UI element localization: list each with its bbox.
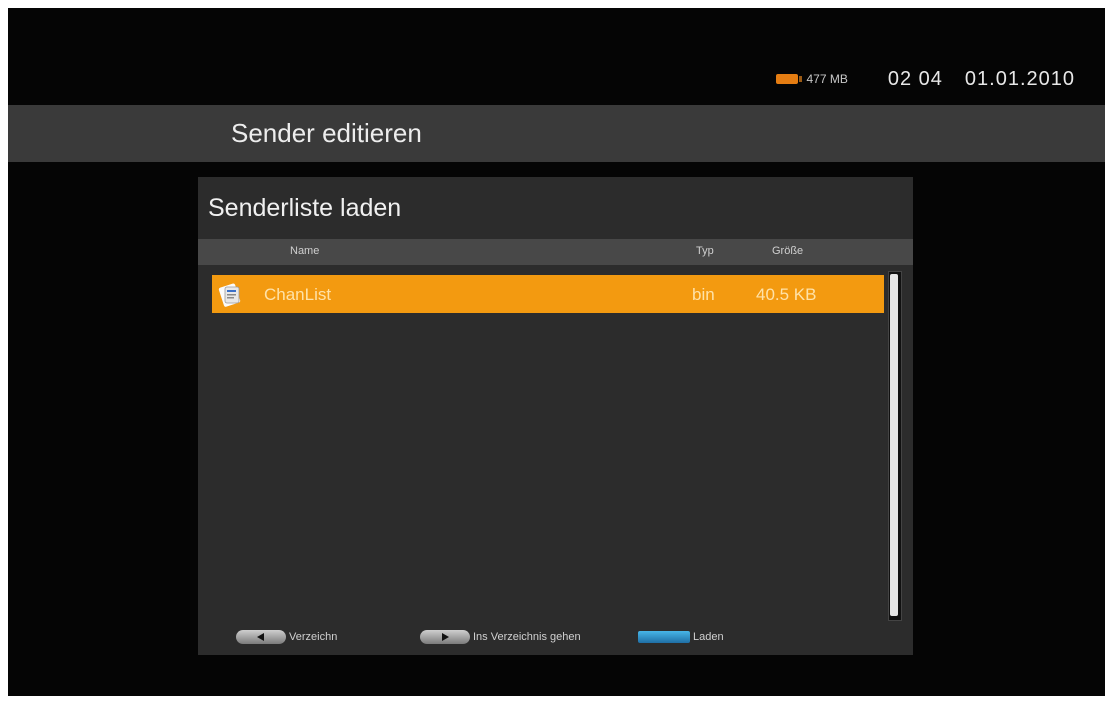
file-size: 40.5 KB: [756, 285, 817, 304]
file-name: ChanList: [264, 285, 332, 304]
column-size: Größe: [772, 245, 804, 257]
status-bar: 477 MB 02 04 01.01.2010: [776, 66, 1075, 92]
date: 01.01.2010: [964, 67, 1075, 90]
left-key-label: Verzeichn: [289, 631, 338, 643]
tv-screen: 477 MB 02 04 01.01.2010 Sender editieren…: [8, 8, 1105, 696]
file-icon: [218, 283, 241, 307]
file-type: bin: [692, 285, 715, 304]
key-hints: Verzeichn Ins Verzeichnis gehen Laden: [198, 627, 913, 647]
title-bar: Sender editieren: [8, 105, 1105, 162]
blue-key-icon[interactable]: [638, 631, 690, 643]
channel-list-dialog: Senderliste laden Name Typ Größe ChanLis…: [198, 177, 913, 655]
dialog-title: Senderliste laden: [208, 194, 402, 222]
blue-key-label: Laden: [693, 631, 724, 643]
page-title: Sender editieren: [231, 118, 422, 148]
column-header: Name Typ Größe: [198, 239, 913, 265]
scrollbar[interactable]: [888, 271, 902, 621]
right-key-label: Ins Verzeichnis gehen: [473, 631, 581, 643]
column-type: Typ: [696, 245, 714, 257]
storage-drive-icon: [776, 74, 803, 84]
left-arrow-key-icon[interactable]: [236, 630, 286, 644]
column-name: Name: [290, 245, 320, 257]
scrollbar-thumb[interactable]: [890, 274, 898, 616]
right-arrow-key-icon[interactable]: [420, 630, 470, 644]
storage-info: 477 MB: [806, 72, 848, 86]
clock: 02 04: [887, 67, 943, 90]
file-row-selected[interactable]: ChanList bin 40.5 KB: [212, 275, 884, 313]
